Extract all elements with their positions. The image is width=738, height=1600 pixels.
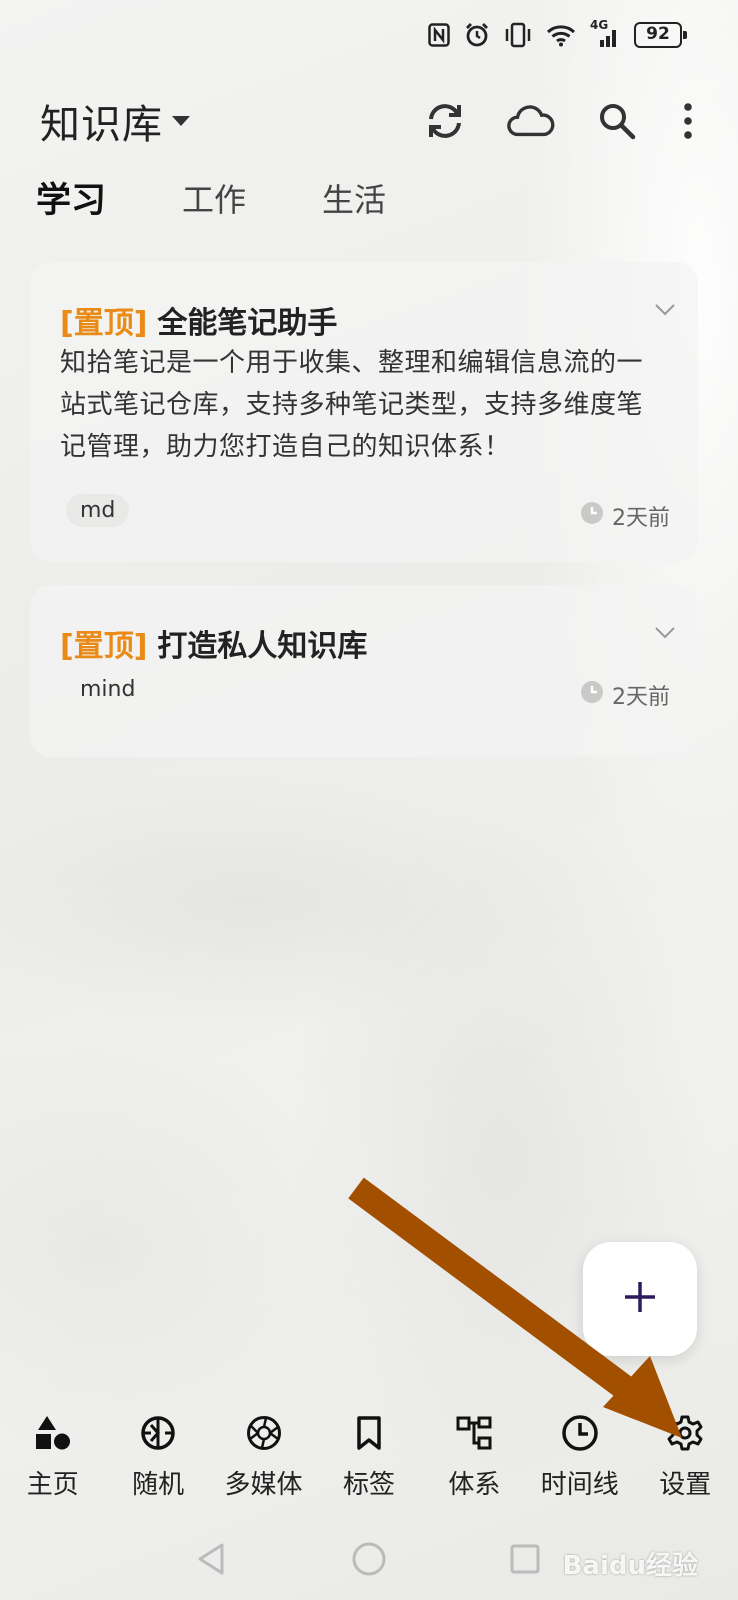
note-card[interactable]: [置顶] 全能笔记助手 知拾笔记是一个用于收集、整理和编辑信息流的一站式笔记仓库… xyxy=(30,262,698,562)
category-tabs: 学习 工作 生活 xyxy=(36,172,462,223)
caret-down-icon xyxy=(171,112,191,131)
nav-label: 多媒体 xyxy=(224,1470,303,1500)
note-tag[interactable]: md xyxy=(66,494,130,527)
watermark: Baidu经验 xyxy=(562,1551,698,1581)
shapes-icon xyxy=(34,1410,72,1456)
hierarchy-icon xyxy=(456,1410,492,1456)
pinned-label: [置顶] xyxy=(60,629,148,664)
note-title: 全能笔记助手 xyxy=(157,306,338,341)
nav-label: 主页 xyxy=(26,1470,79,1500)
annotation-arrow xyxy=(348,1177,682,1438)
nav-settings[interactable]: 设置 xyxy=(635,1410,735,1514)
nav-random[interactable]: 随机 xyxy=(108,1410,208,1514)
library-selector[interactable]: 知识库 xyxy=(40,92,191,150)
note-tag[interactable]: mind xyxy=(66,673,149,706)
nav-label: 时间线 xyxy=(540,1470,619,1500)
home-icon[interactable] xyxy=(344,1534,394,1584)
bottom-navigation: 主页 随机 多媒体 标签 体系 时间线 设置 xyxy=(0,1410,738,1514)
note-time: 2天前 xyxy=(580,679,670,711)
vibrate-icon xyxy=(504,22,532,48)
note-card[interactable]: [置顶] 打造私人知识库 mind 2天前 xyxy=(30,585,698,757)
more-icon[interactable] xyxy=(678,96,698,146)
nfc-icon xyxy=(428,23,450,47)
note-title: 打造私人知识库 xyxy=(157,629,368,664)
tab-work[interactable]: 工作 xyxy=(182,175,246,221)
nav-label: 随机 xyxy=(132,1470,185,1500)
nav-home[interactable]: 主页 xyxy=(3,1410,103,1514)
clock-icon xyxy=(561,1410,599,1456)
back-icon[interactable] xyxy=(186,1534,236,1584)
cloud-icon[interactable] xyxy=(506,96,556,146)
note-time: 2天前 xyxy=(580,500,670,532)
status-bar: 4G 92 xyxy=(428,18,687,52)
recents-icon[interactable] xyxy=(500,1534,550,1584)
pinned-label: [置顶] xyxy=(60,306,148,341)
random-icon xyxy=(140,1410,176,1456)
battery-icon: 92 xyxy=(634,22,687,48)
nav-label: 体系 xyxy=(448,1470,501,1500)
plus-icon xyxy=(623,1280,657,1318)
note-time-label: 2天前 xyxy=(612,685,670,710)
page-title: 知识库 xyxy=(40,102,163,148)
tab-life[interactable]: 生活 xyxy=(322,175,386,221)
note-preview: 知拾笔记是一个用于收集、整理和编辑信息流的一站式笔记仓库，支持多种笔记类型，支持… xyxy=(60,348,644,462)
search-icon[interactable] xyxy=(592,96,642,146)
network-type: 4G xyxy=(590,18,609,32)
chevron-down-icon[interactable] xyxy=(654,302,676,321)
bookmark-icon xyxy=(355,1410,383,1456)
aperture-icon xyxy=(246,1410,282,1456)
chevron-down-icon[interactable] xyxy=(654,625,676,644)
battery-level: 92 xyxy=(646,24,670,44)
gear-icon xyxy=(667,1410,703,1456)
wifi-icon xyxy=(546,23,576,47)
note-time-label: 2天前 xyxy=(612,506,670,531)
clock-icon xyxy=(580,680,604,710)
signal-icon: 4G xyxy=(590,18,620,48)
nav-timeline[interactable]: 时间线 xyxy=(530,1410,630,1514)
nav-label: 设置 xyxy=(659,1470,712,1500)
add-note-button[interactable] xyxy=(583,1242,697,1356)
nav-system[interactable]: 体系 xyxy=(424,1410,524,1514)
nav-tags[interactable]: 标签 xyxy=(319,1410,419,1514)
nav-media[interactable]: 多媒体 xyxy=(214,1410,314,1514)
clock-icon xyxy=(580,501,604,531)
sync-icon[interactable] xyxy=(420,96,470,146)
nav-label: 标签 xyxy=(342,1470,395,1500)
alarm-icon xyxy=(464,22,490,48)
app-header: 知识库 xyxy=(40,88,698,154)
tab-study[interactable]: 学习 xyxy=(36,172,106,223)
